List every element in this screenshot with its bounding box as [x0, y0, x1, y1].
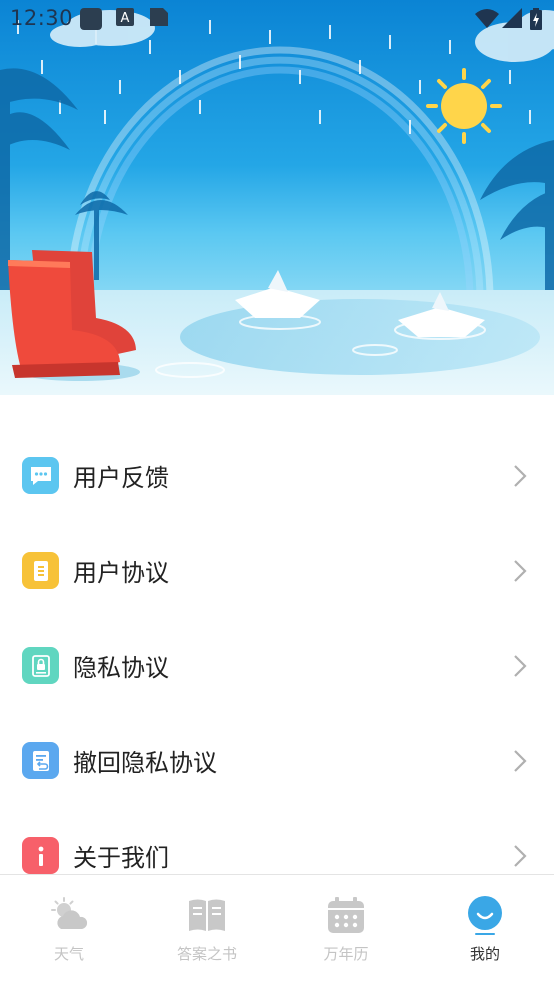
tab-book-of-answers[interactable]: 答案之书: [138, 875, 276, 984]
tab-calendar[interactable]: 万年历: [277, 875, 415, 984]
notification-square-icon: [80, 8, 102, 30]
bottom-navigation: 天气 答案之书 万年历 我的: [0, 874, 554, 984]
calendar-icon: [328, 897, 364, 933]
tab-label: 天气: [53, 945, 84, 963]
wifi-icon: [475, 9, 499, 28]
profile-icon: [468, 896, 502, 935]
menu-item-label: 用户反馈: [73, 464, 169, 492]
weather-icon: [51, 897, 88, 929]
tab-label: 答案之书: [176, 945, 237, 963]
cellular-signal-icon: [502, 8, 522, 28]
lock-document-icon: [22, 647, 59, 684]
revoke-document-icon: [22, 742, 59, 779]
document-icon: [22, 552, 59, 589]
svg-text:A: A: [121, 11, 130, 26]
chevron-right-icon: [514, 464, 527, 487]
tab-label: 万年历: [323, 945, 369, 963]
chevron-right-icon: [514, 749, 527, 772]
status-time: 12:30: [10, 6, 74, 30]
battery-charging-icon: [530, 8, 542, 30]
tab-mine[interactable]: 我的: [416, 875, 554, 984]
menu-item-label: 用户协议: [73, 559, 169, 587]
chevron-right-icon: [514, 654, 527, 677]
menu-item-user-agreement[interactable]: 用户协议: [0, 523, 554, 618]
tab-weather[interactable]: 天气: [0, 875, 138, 984]
tab-label: 我的: [469, 945, 500, 963]
info-icon: [22, 837, 59, 874]
text-a-icon: A: [116, 8, 134, 26]
chat-bubble-icon: [22, 457, 59, 494]
book-icon: [189, 899, 225, 931]
sim-card-icon: [150, 8, 168, 26]
menu-item-label: 撤回隐私协议: [73, 749, 217, 777]
header-illustration: [0, 0, 554, 395]
chevron-right-icon: [514, 844, 527, 867]
status-bar: 12:30 A: [0, 0, 554, 38]
menu-item-revoke-privacy[interactable]: 撤回隐私协议: [0, 713, 554, 808]
menu-item-label: 关于我们: [73, 844, 169, 872]
chevron-right-icon: [514, 559, 527, 582]
menu-item-feedback[interactable]: 用户反馈: [0, 428, 554, 523]
rainy-scene-illustration: [0, 0, 554, 395]
menu-item-privacy-policy[interactable]: 隐私协议: [0, 618, 554, 713]
menu-item-label: 隐私协议: [73, 654, 169, 682]
